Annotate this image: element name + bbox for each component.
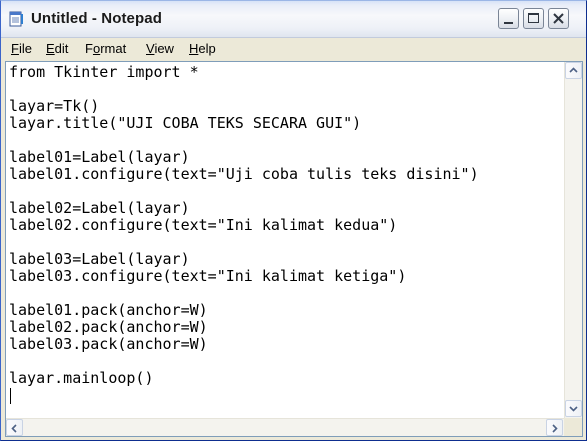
scroll-down-button[interactable]: [565, 400, 582, 417]
menu-help[interactable]: Help: [189, 41, 216, 56]
arrow-down-icon: [569, 406, 578, 412]
arrow-right-icon: [552, 424, 558, 433]
text-caret: [10, 388, 11, 404]
arrow-up-icon: [569, 67, 578, 73]
title-bar[interactable]: Untitled - Notepad: [1, 1, 586, 38]
notepad-window: Untitled - Notepad File Edit Format View…: [0, 0, 587, 441]
size-grip[interactable]: [564, 418, 582, 436]
menu-edit[interactable]: Edit: [46, 41, 68, 56]
close-icon: [553, 13, 564, 24]
notepad-icon: [8, 11, 24, 27]
minimize-button[interactable]: [498, 8, 519, 29]
editor-frame: from Tkinter import * layar=Tk() layar.t…: [5, 61, 583, 437]
vertical-scrollbar[interactable]: [564, 62, 582, 418]
text-editor[interactable]: from Tkinter import * layar=Tk() layar.t…: [6, 62, 564, 418]
menu-file[interactable]: File: [11, 41, 32, 56]
menu-bar: File Edit Format View Help: [1, 38, 586, 59]
menu-view[interactable]: View: [146, 41, 174, 56]
horizontal-scrollbar[interactable]: [6, 418, 564, 436]
scroll-right-button[interactable]: [546, 419, 563, 436]
window-title: Untitled - Notepad: [31, 10, 162, 27]
menu-format[interactable]: Format: [85, 41, 126, 56]
scroll-left-button[interactable]: [6, 419, 23, 436]
arrow-left-icon: [11, 424, 17, 433]
editor-content[interactable]: from Tkinter import * layar=Tk() layar.t…: [9, 64, 479, 387]
maximize-button[interactable]: [523, 8, 544, 29]
close-button[interactable]: [548, 8, 569, 29]
scroll-up-button[interactable]: [565, 62, 582, 79]
